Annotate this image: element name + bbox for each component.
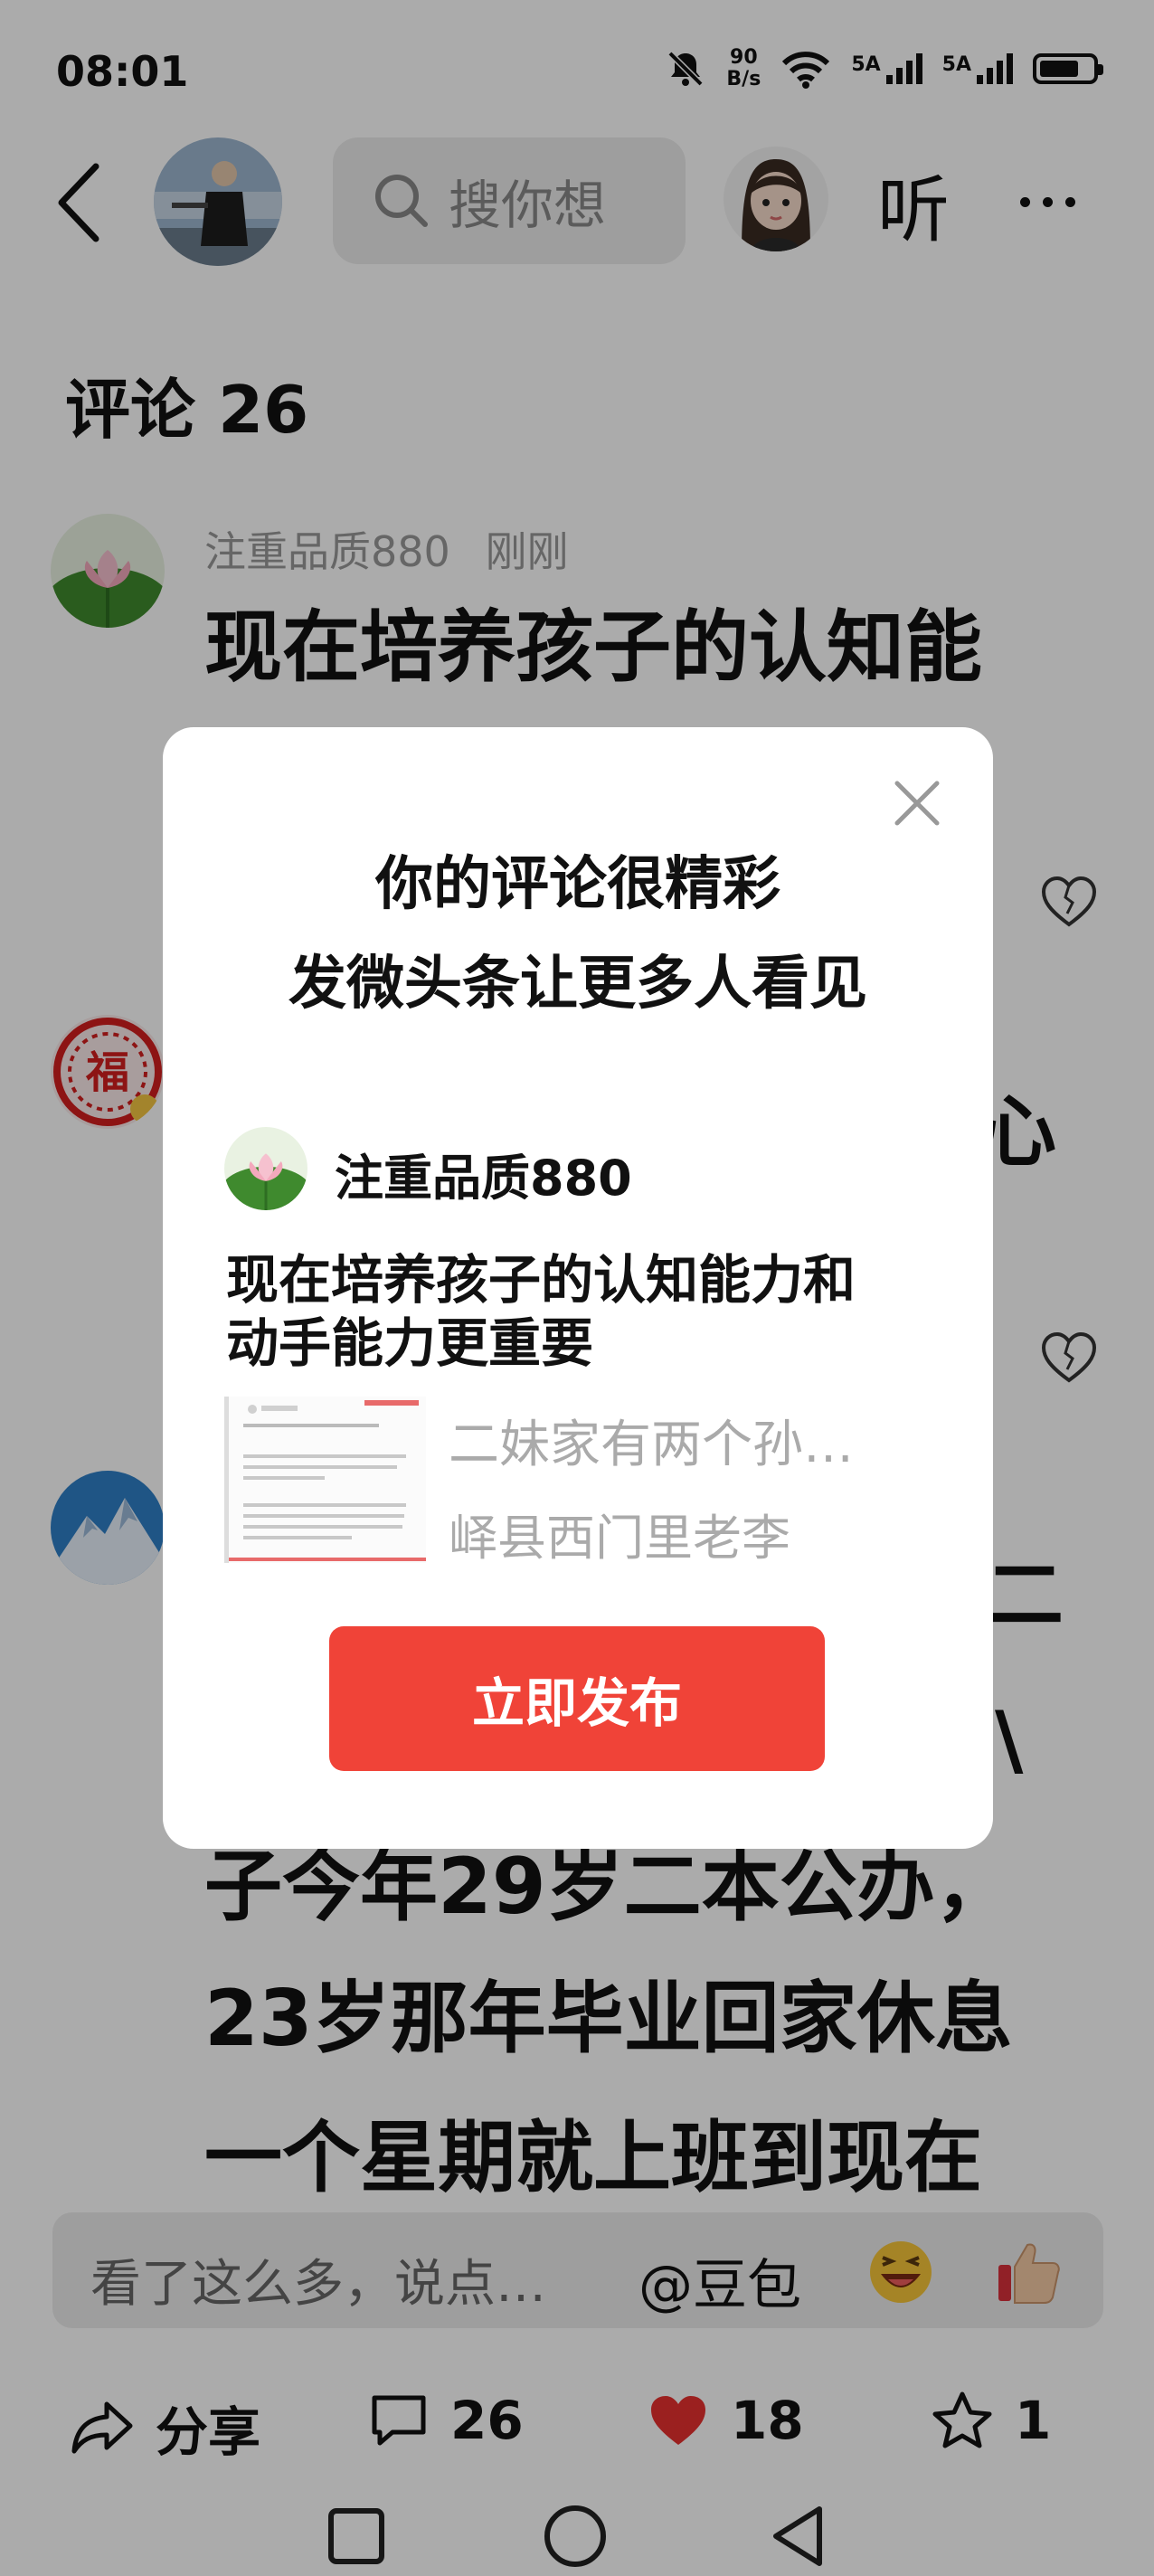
modal-comment-line2: 动手能力更重要 — [226, 1312, 594, 1374]
publish-button[interactable]: 立即发布 — [329, 1626, 825, 1771]
modal-user-avatar — [224, 1127, 307, 1210]
modal-title-line1: 你的评论很精彩 — [375, 851, 780, 918]
close-icon[interactable] — [892, 778, 942, 829]
modal-username: 注重品质880 — [335, 1150, 632, 1207]
referenced-post-thumbnail — [224, 1397, 426, 1563]
referenced-post-title: 二妹家有两个孙… — [449, 1416, 854, 1474]
modal-title-line2: 发微头条让更多人看见 — [288, 951, 867, 1018]
referenced-post-author: 峄县西门里老李 — [449, 1510, 790, 1567]
